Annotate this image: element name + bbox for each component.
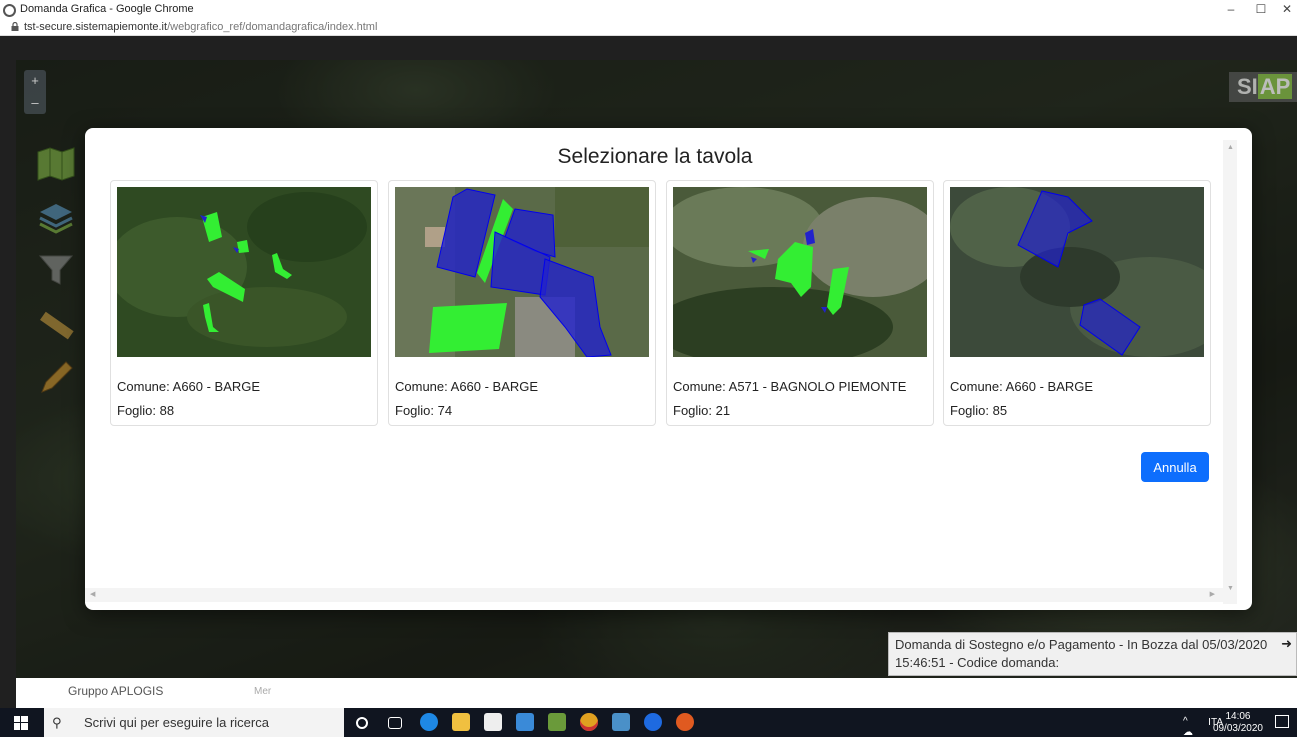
zoom-in-button[interactable]: + <box>24 70 46 92</box>
taskbar-search-input[interactable]: ⚲ Scrivi qui per eseguire la ricerca <box>44 708 344 737</box>
close-button[interactable]: ✕ <box>1277 2 1297 16</box>
app-icon[interactable] <box>548 713 566 731</box>
mail-icon[interactable] <box>516 713 534 731</box>
foglio-label: Foglio: 88 <box>117 403 175 418</box>
browser-titlebar: Domanda Grafica - Google Chrome – ☐ ✕ ts… <box>0 0 1297 36</box>
address-bar[interactable]: tst-secure.sistemapiemonte.it/webgrafico… <box>0 20 1297 36</box>
map-icon[interactable] <box>36 146 76 182</box>
layers-icon[interactable] <box>36 200 76 236</box>
tavola-card[interactable]: Comune: A660 - BARGE Foglio: 74 <box>388 180 656 426</box>
maximize-button[interactable]: ☐ <box>1251 2 1271 16</box>
zoom-out-button[interactable]: – <box>24 92 46 114</box>
edge-icon[interactable] <box>420 713 438 731</box>
scroll-left-icon[interactable]: ◀ <box>90 590 95 598</box>
pencil-icon[interactable] <box>36 360 76 396</box>
foglio-label: Foglio: 74 <box>395 403 453 418</box>
scroll-right-icon[interactable]: ▶ <box>1210 590 1215 598</box>
cortana-icon[interactable] <box>356 717 368 729</box>
store-icon[interactable] <box>484 713 502 731</box>
url-text: tst-secure.sistemapiemonte.it/webgrafico… <box>24 21 378 33</box>
scroll-up-icon[interactable]: ▲ <box>1227 144 1234 151</box>
windows-start-icon[interactable] <box>14 716 28 730</box>
foglio-label: Foglio: 21 <box>673 403 731 418</box>
application-status-panel: Domanda di Sostegno e/o Pagamento - In B… <box>888 632 1297 676</box>
modal-title: Selezionare la tavola <box>557 145 753 168</box>
scroll-down-icon[interactable]: ▼ <box>1227 585 1234 592</box>
tavola-card[interactable]: Comune: A660 - BARGE Foglio: 85 <box>943 180 1211 426</box>
chrome-icon <box>3 4 16 17</box>
clock-date: 09/03/2020 <box>1212 723 1263 734</box>
comune-label: Comune: A571 - BAGNOLO PIEMONTE <box>673 379 907 394</box>
comune-label: Comune: A660 - BARGE <box>395 379 539 394</box>
select-table-modal: Selezionare la tavola Comune: A660 - BAR… <box>85 128 1252 610</box>
file-explorer-icon[interactable] <box>452 713 470 731</box>
tavola-thumbnail[interactable] <box>117 187 371 357</box>
zoom-control: + – <box>24 70 46 114</box>
comune-label: Comune: A660 - BARGE <box>950 379 1094 394</box>
cancel-button[interactable]: Annulla <box>1141 452 1209 482</box>
clock-time: 14:06 <box>1225 711 1251 722</box>
tavola-card[interactable]: Comune: A571 - BAGNOLO PIEMONTE Foglio: … <box>666 180 934 426</box>
notification-strip: Gruppo APLOGIS Mer <box>16 678 1297 708</box>
tavola-card[interactable]: Comune: A660 - BARGE Foglio: 88 <box>110 180 378 426</box>
foglio-label: Foglio: 85 <box>950 403 1008 418</box>
clock[interactable]: 14:06 09/03/2020 <box>1213 711 1263 735</box>
day-label: Mer <box>254 686 272 697</box>
arrow-right-icon[interactable]: ➜ <box>1281 635 1292 653</box>
horizontal-scrollbar[interactable]: ◀ ▶ <box>85 588 1223 602</box>
filter-icon[interactable] <box>36 252 76 288</box>
window-title: Domanda Grafica - Google Chrome <box>20 3 194 15</box>
chrome-taskbar-icon[interactable] <box>580 713 598 731</box>
windows-taskbar: ⚲ Scrivi qui per eseguire la ricerca ^ ☁… <box>0 708 1297 737</box>
lock-icon <box>11 22 19 31</box>
vertical-scrollbar[interactable]: ▲ ▼ <box>1223 140 1237 604</box>
tavola-thumbnail[interactable] <box>950 187 1204 357</box>
notification-icon[interactable] <box>1275 715 1289 728</box>
task-view-icon[interactable] <box>388 717 402 729</box>
siap-logo: SIAP <box>1229 72 1297 102</box>
tray-icons[interactable]: ^ ☁ ▭ ◁ <box>1183 716 1197 737</box>
status-text: Domanda di Sostegno e/o Pagamento - In B… <box>895 637 1268 670</box>
group-label: Gruppo APLOGIS <box>68 684 164 698</box>
app-icon[interactable] <box>612 713 630 731</box>
ruler-icon[interactable] <box>36 308 76 344</box>
skype-icon[interactable] <box>644 713 662 731</box>
tavola-thumbnail[interactable] <box>673 187 927 357</box>
search-placeholder: Scrivi qui per eseguire la ricerca <box>84 715 269 730</box>
search-icon: ⚲ <box>52 715 62 730</box>
minimize-button[interactable]: – <box>1221 2 1241 16</box>
comune-label: Comune: A660 - BARGE <box>117 379 261 394</box>
tavola-thumbnail[interactable] <box>395 187 649 357</box>
firefox-icon[interactable] <box>676 713 694 731</box>
